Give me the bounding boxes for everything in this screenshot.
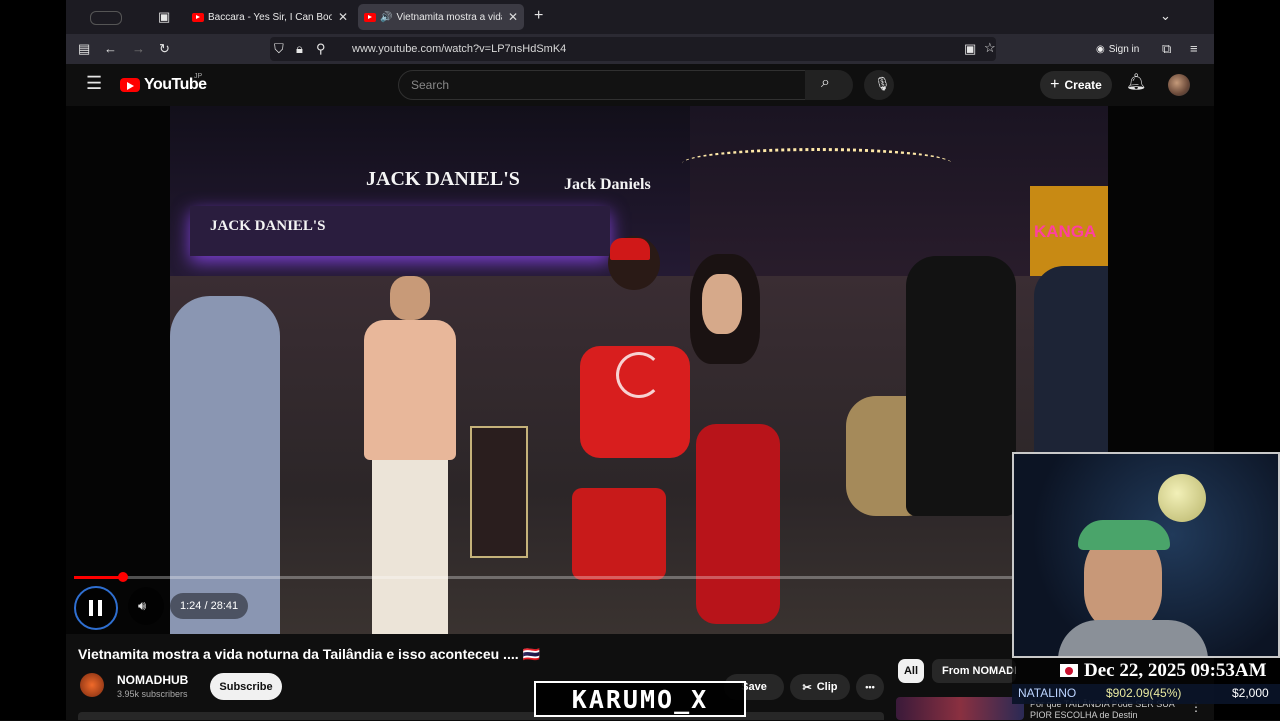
region-badge: JP (194, 73, 203, 80)
string-lights (682, 148, 952, 179)
youtube-logo-icon[interactable] (120, 78, 140, 92)
progress-bar[interactable] (74, 572, 1074, 582)
channel-avatar[interactable] (80, 673, 104, 697)
streamer (1054, 514, 1208, 656)
clip-button[interactable]: ✂ Clip (790, 674, 850, 700)
sign-in-button[interactable]: ◉ Sign in (1096, 40, 1139, 58)
tab-vietnamita[interactable]: 🔊 Vietnamita mostra a vida noturna ✕ (358, 4, 524, 30)
close-tab-icon[interactable]: ✕ (338, 10, 348, 24)
search-placeholder: Search (411, 78, 450, 92)
tab-bar: ▣ Baccara - Yes Sir, I Can Boogie ✕ 🔊 Vi… (66, 0, 1214, 34)
new-tab-icon[interactable]: + (534, 8, 543, 24)
watermark-overlay: KARUMO_X (534, 681, 746, 717)
volume-button[interactable]: 🔊︎ (128, 587, 164, 625)
search-button[interactable]: ⌕ (805, 70, 853, 100)
neon-sign: KANGA (1034, 222, 1097, 241)
youtube-favicon-icon (192, 12, 204, 22)
create-button[interactable]: + Create (1040, 71, 1112, 99)
forward-icon[interactable]: → (132, 42, 145, 56)
progress-scrubber[interactable] (118, 572, 128, 582)
video-frame[interactable]: JACK DANIEL'S JACK DANIEL'S Jack Daniels… (170, 106, 1108, 634)
extensions-icon[interactable]: ⧉ (1162, 42, 1171, 56)
neon-sign: JACK DANIEL'S (210, 218, 326, 234)
menu-icon[interactable]: ≡ (1190, 42, 1198, 56)
channel-name[interactable]: NOMADHUB (117, 673, 188, 687)
bookmark-star-icon[interactable]: ☆ (984, 41, 996, 55)
donation-goal-overlay: NATALINO $902.09(45%) $2,000 (1012, 684, 1280, 704)
tab-baccara[interactable]: Baccara - Yes Sir, I Can Boogie ✕ (186, 4, 354, 30)
voice-search-button[interactable]: 🎙︎ (864, 70, 894, 100)
search-input[interactable]: Search (398, 70, 806, 100)
watermark-text: KARUMO_X (571, 685, 709, 714)
recommendation-thumbnail[interactable] (896, 697, 1024, 720)
permissions-icon[interactable]: ⚲ (316, 42, 326, 56)
date-overlay: Dec 22, 2025 09:53AM (1012, 658, 1280, 684)
sidebar-icon[interactable]: ▤ (78, 42, 90, 56)
account-icon: ◉ (1096, 43, 1105, 55)
progress-played (74, 576, 123, 579)
left-margin (0, 0, 66, 720)
chip-all[interactable]: All (898, 659, 924, 683)
subscriber-count: 3.95k subscribers (117, 689, 188, 699)
youtube-header: ☰ YouTube JP Search ⌕ 🎙︎ + Create 🔔︎ (66, 64, 1214, 106)
date-text: Dec 22, 2025 09:53AM (1084, 660, 1267, 681)
description-box[interactable] (78, 712, 884, 720)
reload-icon[interactable]: ↻ (159, 42, 170, 56)
sidebar-toggle-icon[interactable] (90, 11, 122, 25)
pause-icon (89, 600, 93, 616)
volume-icon: 🔊︎ (138, 598, 147, 613)
subscribe-button[interactable]: Subscribe (210, 673, 282, 700)
chip-from-channel[interactable]: From NOMADH (932, 659, 1016, 683)
webcam-overlay (1012, 452, 1280, 658)
shield-icon[interactable]: ⛉ (274, 42, 284, 56)
video-title: Vietnamita mostra a vida noturna da Tail… (78, 646, 540, 662)
scissors-icon: ✂ (802, 681, 812, 694)
more-actions-button[interactable]: ••• (856, 674, 884, 700)
plus-icon: + (1050, 76, 1060, 93)
avatar[interactable] (1168, 74, 1190, 96)
back-icon[interactable]: ← (104, 42, 117, 56)
youtube-favicon-icon (364, 12, 376, 22)
url-text[interactable]: www.youtube.com/watch?v=LP7nsHdSmK4 (352, 43, 566, 55)
time-display: 1:24 / 28:41 (170, 593, 249, 619)
loading-spinner-icon (616, 352, 662, 398)
close-tab-icon[interactable]: ✕ (508, 10, 518, 24)
picture-in-picture-icon[interactable]: ▣ (964, 42, 976, 56)
speaker-icon[interactable]: 🔊 (380, 12, 392, 23)
japan-flag-icon (1060, 664, 1078, 677)
lock-icon[interactable]: 🔒︎ (296, 42, 303, 56)
pause-button[interactable] (74, 586, 118, 630)
neon-sign: Jack Daniels (564, 176, 651, 193)
donation-amount: $902.09(45%) (1106, 686, 1182, 700)
tab-groups-icon[interactable]: ▣ (158, 10, 170, 24)
microphone-icon: 🎙︎ (874, 76, 891, 91)
donation-goal: $2,000 (1232, 686, 1269, 700)
address-bar[interactable]: ⛉ 🔒︎ ⚲ www.youtube.com/watch?v=LP7nsHdSm… (270, 37, 996, 61)
neon-sign: JACK DANIEL'S (366, 168, 520, 190)
donor-name: NATALINO (1018, 686, 1077, 700)
search-icon: ⌕ (821, 74, 830, 91)
notifications-bell-icon[interactable]: 🔔︎ (1126, 75, 1146, 91)
tab-list-chevron-icon[interactable]: ⌄ (1160, 9, 1171, 23)
navigation-bar: ▤ ← → ↻ ⛉ 🔒︎ ⚲ www.youtube.com/watch?v=L… (66, 34, 1214, 64)
hamburger-menu-icon[interactable]: ☰ (86, 74, 102, 92)
